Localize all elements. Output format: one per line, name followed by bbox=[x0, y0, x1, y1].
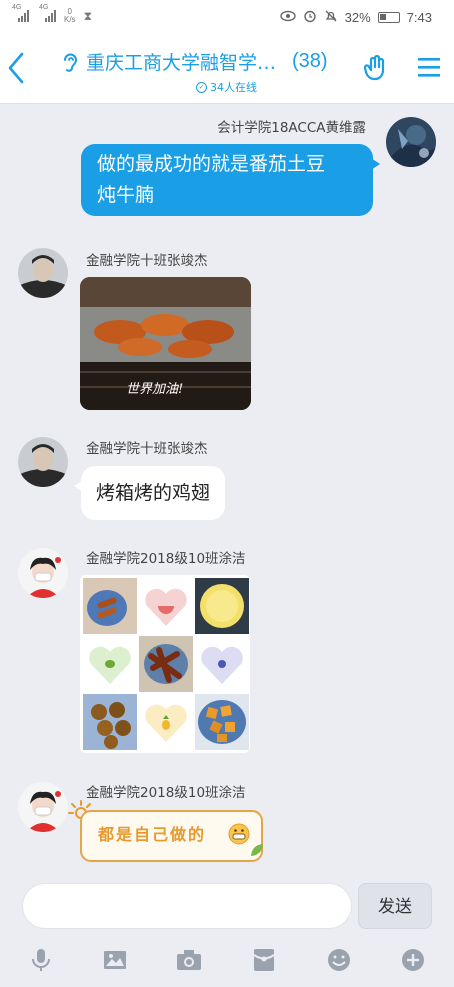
food-photo-grid[interactable] bbox=[80, 575, 250, 753]
camera-icon[interactable] bbox=[176, 947, 202, 973]
message-sender: 金融学院十班张竣杰 bbox=[86, 253, 208, 269]
menu-icon[interactable] bbox=[418, 56, 440, 78]
avatar[interactable] bbox=[18, 782, 68, 832]
message-input[interactable] bbox=[22, 883, 352, 929]
plus-icon[interactable] bbox=[400, 947, 426, 973]
status-bar: 4G 4G 0 K/s ⧗ 32% 7:43 bbox=[0, 0, 454, 38]
back-button[interactable] bbox=[6, 50, 28, 86]
member-count: (38) bbox=[292, 50, 328, 72]
input-bar: 发送 bbox=[0, 872, 454, 987]
hourglass-icon: ⧗ bbox=[83, 8, 92, 23]
food-photo[interactable] bbox=[195, 578, 249, 634]
message-sender: 会计学院18ACCA黄维露 bbox=[217, 120, 366, 136]
message-sender: 金融学院十班张竣杰 bbox=[86, 441, 208, 457]
online-status: ✓ 34人在线 bbox=[196, 79, 257, 95]
message-text-line1: 做的最成功的就是番茄土豆 bbox=[97, 153, 326, 175]
photo-caption: 世界加油! bbox=[126, 382, 184, 397]
red-packet-icon[interactable] bbox=[251, 947, 277, 973]
food-photo[interactable] bbox=[83, 578, 137, 634]
food-photo[interactable] bbox=[139, 636, 193, 692]
mute-icon bbox=[324, 9, 338, 26]
watermelon-heart-icon bbox=[139, 578, 193, 634]
leaf-icon bbox=[250, 842, 264, 861]
online-check-icon: ✓ bbox=[196, 81, 207, 93]
kiwi-heart-icon bbox=[83, 636, 137, 692]
microphone-icon[interactable] bbox=[28, 947, 54, 973]
group-title[interactable]: 重庆工商大学融智学… bbox=[86, 48, 276, 75]
online-count: 34人在线 bbox=[210, 81, 257, 94]
pineapple-heart-icon bbox=[139, 694, 193, 750]
sticker-text: 都是自己做的 bbox=[98, 825, 207, 844]
signal-icon-1: 4G bbox=[12, 4, 29, 22]
message-text-line2: 炖牛腩 bbox=[97, 184, 155, 206]
message-sender: 金融学院2018级10班涂洁 bbox=[86, 551, 246, 567]
message-text: 烤箱烤的鸡翅 bbox=[96, 482, 211, 504]
avatar[interactable] bbox=[18, 548, 68, 598]
clock: 7:43 bbox=[406, 10, 432, 25]
food-photo[interactable] bbox=[83, 694, 137, 750]
avatar[interactable] bbox=[18, 248, 68, 298]
blueberry-heart-icon bbox=[195, 636, 249, 692]
grin-emoji-icon bbox=[228, 823, 250, 849]
message-bubble[interactable]: 做的最成功的就是番茄土豆 炖牛腩 bbox=[81, 144, 380, 216]
message-sender: 金融学院2018级10班涂洁 bbox=[86, 785, 246, 801]
battery-icon bbox=[377, 12, 400, 23]
signal-icon-2: 4G bbox=[39, 4, 56, 22]
eye-icon bbox=[279, 10, 296, 25]
network-speed: 0 K/s bbox=[64, 7, 76, 24]
image-icon[interactable] bbox=[102, 947, 128, 973]
emoji-icon[interactable] bbox=[326, 947, 352, 973]
avatar[interactable] bbox=[386, 117, 436, 167]
food-photo[interactable] bbox=[195, 694, 249, 750]
send-button[interactable]: 发送 bbox=[358, 883, 432, 929]
chicken-wings-photo[interactable]: 世界加油! bbox=[80, 277, 251, 410]
hand-gesture-icon[interactable] bbox=[363, 54, 390, 82]
battery-percent: 32% bbox=[344, 10, 371, 25]
chat-header: 重庆工商大学融智学… (38) ✓ 34人在线 bbox=[0, 38, 454, 104]
ear-icon[interactable] bbox=[60, 51, 80, 75]
avatar[interactable] bbox=[18, 437, 68, 487]
sticker-bubble[interactable]: 都是自己做的 bbox=[80, 810, 263, 862]
message-bubble[interactable]: 烤箱烤的鸡翅 bbox=[73, 466, 226, 520]
alarm-icon bbox=[303, 9, 317, 26]
